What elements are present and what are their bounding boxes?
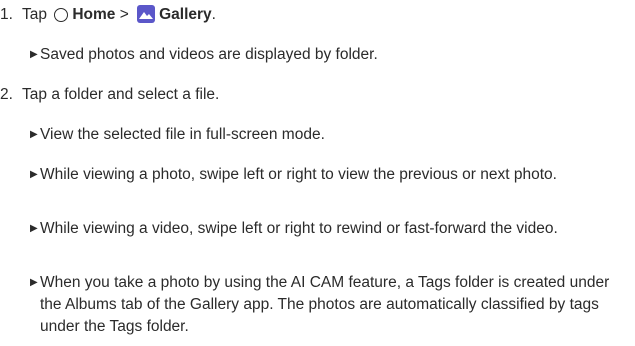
bullet-marker: ▶ [30, 49, 38, 60]
gallery-app-icon [137, 5, 156, 23]
list-item: ▶ While viewing a photo, swipe left or r… [30, 164, 630, 186]
step-text: Tap a folder and select a file. [22, 86, 220, 103]
home-label: Home [72, 6, 116, 23]
step-number: 2. [0, 86, 13, 103]
step-2: 2. Tap a folder and select a file. [0, 84, 219, 106]
path-separator: > [119, 6, 129, 23]
bullet-text: While viewing a video, swipe left or rig… [40, 220, 558, 237]
step-number: 1. [0, 6, 13, 23]
bullet-text: While viewing a photo, swipe left or rig… [40, 166, 557, 183]
list-item: ▶ View the selected file in full-screen … [30, 124, 630, 146]
step-tap-word: Tap [22, 6, 48, 23]
bullet-marker: ▶ [30, 277, 38, 288]
step-1: 1. Tap Home > Gallery. [0, 4, 216, 26]
gallery-label: Gallery [159, 6, 212, 23]
bullet-marker: ▶ [30, 169, 38, 180]
list-item: ▶ Saved photos and videos are displayed … [30, 44, 630, 66]
bullet-marker: ▶ [30, 129, 38, 140]
bullet-marker: ▶ [30, 223, 38, 234]
bullet-text: View the selected file in full-screen mo… [40, 126, 325, 143]
bullet-text: When you take a photo by using the AI CA… [40, 274, 610, 335]
list-item: ▶ When you take a photo by using the AI … [30, 272, 630, 338]
circle-home-icon [54, 8, 69, 22]
bullet-text: Saved photos and videos are displayed by… [40, 46, 378, 63]
step-end-period: . [211, 6, 216, 23]
list-item: ▶ While viewing a video, swipe left or r… [30, 218, 630, 240]
